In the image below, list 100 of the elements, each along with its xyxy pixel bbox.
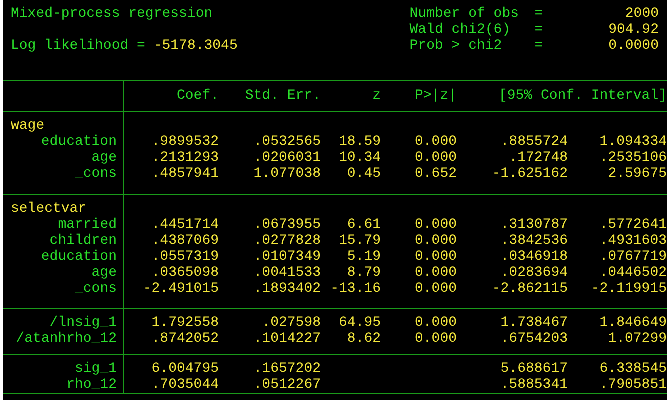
table-cell-text: 0.45 [346,166,381,182]
table-cell-text: -2.119915 [590,281,667,297]
variable-name: _cons [74,166,117,182]
table-cell-text: .7035044 [150,377,219,393]
table-cell-text: 15.79 [338,233,381,249]
variable-name: _cons [74,281,117,297]
table-cell-text: .4451714 [150,217,219,233]
stat-label: Wald chi2(6) [410,22,512,38]
table-cell-text: 0.000 [414,217,457,233]
equation-name: wage [11,118,46,134]
table-cell-text: 2.59675 [607,166,667,182]
table-cell-text: .0557319 [150,249,219,265]
table-cell-text: -13.16 [330,281,381,297]
equals-sign: = [534,6,544,22]
table-cell-text: .6754203 [500,331,568,347]
column-header: Coef. [176,88,219,104]
table-cell-text: 1.738467 [500,315,568,331]
variable-name: education [40,249,117,265]
table-cell-text: .8855724 [500,134,568,150]
table-cell-text: 0.000 [414,315,457,331]
table-cell-text: .027598 [261,315,321,331]
table-cell-text: 0.000 [414,134,457,150]
table-cell-text: .1893402 [252,281,321,297]
variable-name: /atanhrho_12 [15,331,117,347]
table-cell-text: .5885341 [500,377,568,393]
table-cell-text: 0.000 [414,150,457,166]
table-cell-text: .0673955 [252,217,321,233]
table-cell-text: -2.862115 [491,281,568,297]
table-cell-text: .0107349 [252,249,321,265]
variable-name: children [48,233,117,249]
stat-value: 0.0000 [608,38,659,54]
table-cell-text: 10.34 [338,150,381,166]
table-cell-text: 1.07299 [607,331,667,347]
table-cell-text: .0206031 [252,150,321,166]
table-cell-text: 6.338545 [598,361,667,377]
table-cell-text: .2535106 [598,150,667,166]
table-cell-text: .0041533 [252,265,321,281]
variable-name: sig_1 [74,361,117,377]
stat-label: Log likelihood [11,38,130,54]
table-cell-text: 1.792558 [150,315,219,331]
table-cell-text: -2.491015 [142,281,219,297]
table-cell-text: 5.688617 [500,361,568,377]
equation-name: selectvar [11,201,88,217]
table-cell-text: 1.077038 [252,166,321,182]
stat-value: 904.92 [608,22,659,38]
variable-name: married [57,217,117,233]
table-cell-text: .9899532 [150,134,219,150]
stat-label: Prob > chi2 [410,38,504,54]
stat-label: Number of obs [410,6,519,22]
variable-name: age [90,150,117,166]
variable-name: rho_12 [66,377,117,393]
table-cell-text: 1.094334 [598,134,667,150]
table-cell-text: .0346918 [500,249,568,265]
table-cell-text: 0.000 [414,281,457,297]
table-cell-text: 1.846649 [598,315,667,331]
output-title: Mixed-process regression [11,6,214,22]
table-cell-text: .8742052 [150,331,219,347]
table-cell-text: .3842536 [500,233,568,249]
stat-value: 2000 [624,6,659,22]
table-cell-text: .0283694 [500,265,568,281]
table-cell-text: 0.652 [414,166,457,182]
table-cell-text: .5772641 [598,217,667,233]
table-cell-text: 0.000 [414,233,457,249]
table-cell-text: .0446502 [598,265,667,281]
table-cell-text: .7905851 [598,377,667,393]
table-cell-text: 0.000 [414,265,457,281]
table-cell-text: 0.000 [414,249,457,265]
table-cell-text: -1.625162 [491,166,568,182]
table-cell-text: .3130787 [500,217,568,233]
table-cell-text: 6.004795 [150,361,219,377]
table-cell-text: .4931603 [598,233,667,249]
table-cell-text: .0512267 [252,377,321,393]
table-cell-text: .4387069 [150,233,219,249]
table-cell-text: .172748 [508,150,568,166]
equals-sign: = [534,38,544,54]
equals-sign: = [137,38,146,54]
column-header: [95% Conf. Interval] [498,88,667,104]
column-header: z [372,88,381,104]
variable-name: age [90,265,117,281]
table-cell-text: 8.62 [346,331,381,347]
column-header: Std. Err. [244,88,321,104]
table-cell-text: 18.59 [338,134,381,150]
table-cell-text: 5.19 [346,249,381,265]
table-cell-text: .1657202 [252,361,321,377]
table-cell-text: 64.95 [338,315,381,331]
table-cell-text: .0532565 [252,134,321,150]
table-cell-text: .1014227 [252,331,321,347]
table-cell-text: .0277828 [252,233,321,249]
table-cell-text: .0365098 [150,265,219,281]
table-cell-text: .2131293 [150,150,219,166]
column-header: P>|z| [414,88,457,104]
variable-name: /lnsig_1 [48,315,117,331]
variable-name: education [40,134,117,150]
table-cell-text: 0.000 [414,331,457,347]
stat-value: -5178.3045 [152,38,238,54]
equals-sign: = [534,22,544,38]
table-cell-text: .4857941 [150,166,219,182]
table-cell-text: 8.79 [346,265,381,281]
table-cell-text: .0767719 [598,249,667,265]
table-cell-text: 6.61 [346,217,381,233]
